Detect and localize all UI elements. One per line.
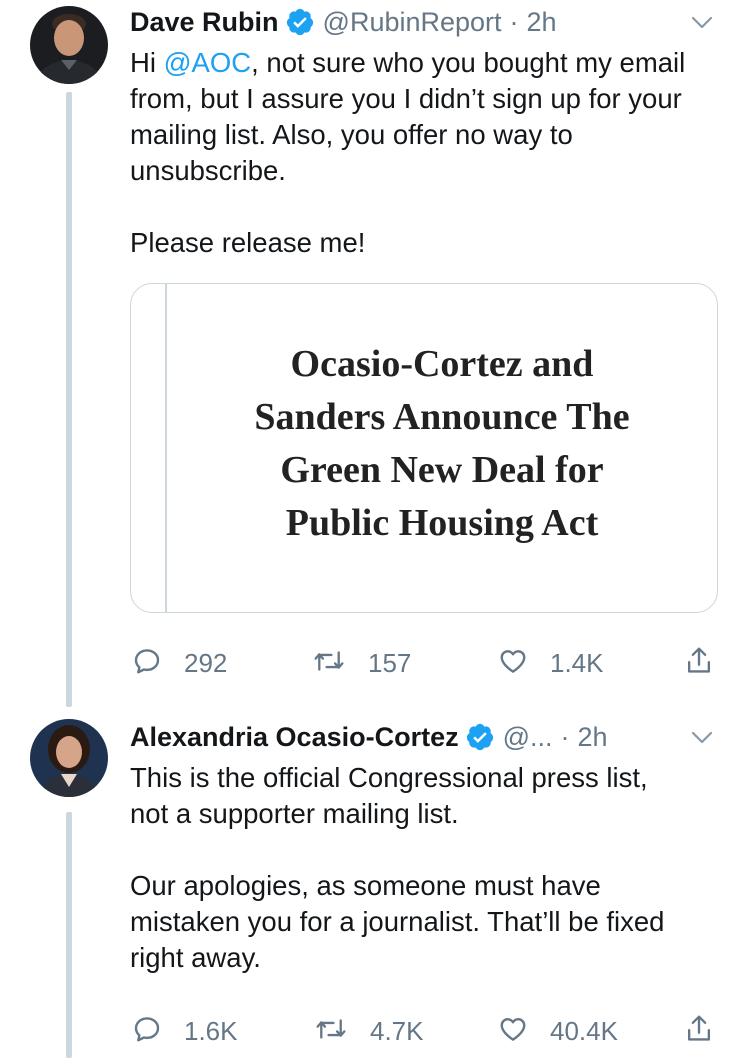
reply-icon — [132, 1014, 162, 1049]
retweet-button[interactable]: 4.7K — [314, 1011, 424, 1051]
reply-button[interactable]: 1.6K — [132, 1011, 238, 1051]
timestamp[interactable]: 2h — [527, 7, 557, 38]
verified-badge-icon — [465, 722, 495, 752]
chevron-down-icon[interactable] — [690, 725, 714, 749]
thread-connector-line — [66, 92, 72, 707]
tweet-header: Alexandria Ocasio-Cortez @... · 2h — [130, 719, 720, 755]
tweet-header: Dave Rubin @RubinReport · 2h — [130, 4, 720, 40]
share-icon — [684, 645, 714, 682]
tweet-text: Hi @AOC, not sure who you bought my emai… — [130, 45, 730, 261]
display-name[interactable]: Alexandria Ocasio-Cortez — [130, 722, 459, 753]
card-title: Ocasio-Cortez and Sanders Announce The G… — [254, 343, 630, 544]
like-button[interactable]: 1.4K — [498, 643, 604, 683]
avatar[interactable] — [30, 6, 108, 84]
retweet-count: 4.7K — [370, 1015, 424, 1046]
like-icon — [498, 646, 528, 681]
retweet-icon — [312, 646, 346, 681]
thread-connector-line — [66, 812, 72, 1058]
link-card[interactable]: Ocasio-Cortez and Sanders Announce The G… — [130, 283, 718, 613]
handle[interactable]: @... — [503, 722, 553, 753]
mention-link[interactable]: @AOC — [164, 47, 252, 78]
verified-badge-icon — [285, 7, 315, 37]
retweet-count: 157 — [368, 647, 412, 678]
separator-dot: · — [509, 6, 519, 37]
reply-count: 292 — [184, 647, 228, 678]
handle[interactable]: @RubinReport — [323, 7, 502, 38]
avatar[interactable] — [30, 719, 108, 797]
timestamp[interactable]: 2h — [578, 722, 608, 753]
retweet-button[interactable]: 157 — [312, 643, 411, 683]
like-count: 40.4K — [550, 1015, 618, 1046]
separator-dot: · — [560, 721, 570, 752]
share-icon — [684, 1013, 714, 1050]
like-button[interactable]: 40.4K — [498, 1011, 618, 1051]
share-button[interactable] — [684, 643, 714, 683]
reply-count: 1.6K — [184, 1015, 238, 1046]
action-bar: 1.6K 4.7K 40.4K — [130, 1011, 720, 1051]
action-bar: 292 157 1.4K — [130, 643, 720, 683]
reply-button[interactable]: 292 — [132, 643, 227, 683]
tweet-text-prefix: Hi — [130, 47, 164, 78]
tweet-text-suffix: , not sure who you bought my email from,… — [130, 47, 686, 258]
chevron-down-icon[interactable] — [690, 10, 714, 34]
like-icon — [498, 1014, 528, 1049]
retweet-icon — [314, 1014, 348, 1049]
display-name[interactable]: Dave Rubin — [130, 7, 279, 38]
tweet-text: This is the official Congressional press… — [130, 762, 665, 973]
reply-icon — [132, 646, 162, 681]
like-count: 1.4K — [550, 647, 604, 678]
share-button[interactable] — [684, 1011, 714, 1051]
